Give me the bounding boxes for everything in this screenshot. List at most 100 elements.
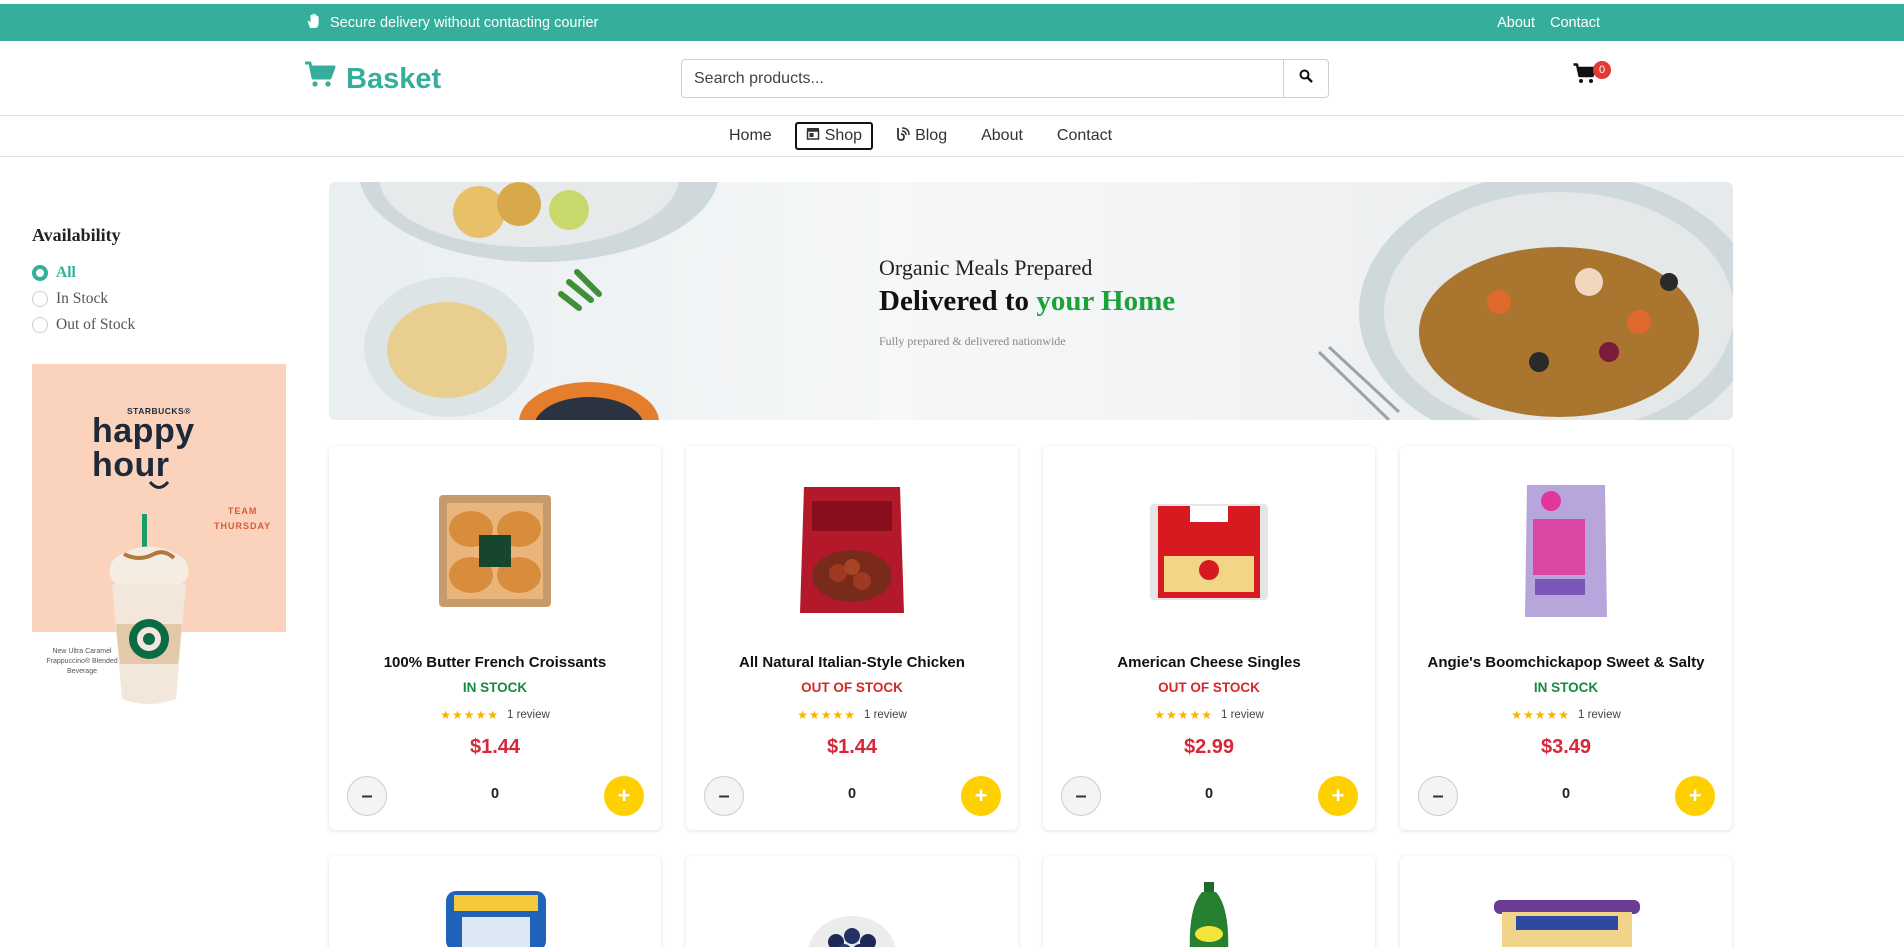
blog-icon [896,126,910,146]
radio-all[interactable] [32,265,48,281]
nav-blog-label: Blog [915,127,948,144]
product-price: $1.44 [469,736,521,758]
radio-in-stock[interactable] [32,291,48,307]
product-name[interactable]: 100% Butter French Croissants [329,654,661,671]
product-image[interactable] [772,476,932,626]
announcement: Secure delivery without contacting couri… [306,4,598,41]
product-image[interactable] [444,891,548,947]
cart-icon [304,61,336,97]
increase-quantity-button[interactable]: + [604,776,644,816]
banner-subtext: Fully prepared & delivered nationwide [879,334,1066,348]
smile-icon [148,480,170,489]
hand-icon [306,13,320,33]
product-image[interactable] [415,476,575,626]
quantity-value: 0 [847,786,857,802]
logo[interactable]: Basket [304,61,441,97]
product-card[interactable]: All Natural Italian-Style Chicken OUT OF… [686,446,1018,830]
product-card[interactable] [686,856,1018,947]
product-card[interactable] [1043,856,1375,947]
product-rating: ★★★★★ 1 review [1043,708,1375,722]
nav-contact-label: Contact [1056,127,1113,144]
availability-title: Availability [32,225,121,245]
increase-quantity-button[interactable]: + [961,776,1001,816]
nav-contact[interactable]: Contact [1046,122,1123,150]
review-count[interactable]: 1 review [1221,709,1264,721]
product-image[interactable] [1492,900,1642,947]
filter-all[interactable]: All [32,260,286,286]
promo-headline-1: happy [92,412,195,450]
review-count[interactable]: 1 review [507,709,550,721]
review-count[interactable]: 1 review [864,709,907,721]
promo-headline: happy hour [92,414,195,482]
frappuccino-drink-image [109,514,189,704]
filter-in-stock[interactable]: In Stock [32,286,286,312]
nav-blog[interactable]: Blog [885,122,958,150]
increase-quantity-button[interactable]: + [1318,776,1358,816]
promo-team: TEAM [227,506,258,516]
promo-headline-2: hour [92,446,170,484]
cart-count-badge: 0 [1593,61,1611,79]
promo-caption: New Ultra Caramel Frappuccino® Blended B… [46,648,118,675]
product-price: $1.44 [826,736,878,758]
topbar-contact-link[interactable]: Contact [1550,15,1600,31]
product-rating: ★★★★★ 1 review [1400,708,1732,722]
nav-about-label: About [981,127,1023,144]
nav-shop[interactable]: Shop [794,122,874,150]
quantity-value: 0 [1204,786,1214,802]
filter-out-of-stock[interactable]: Out of Stock [32,312,286,338]
product-name[interactable]: Angie's Boomchickapop Sweet & Salty [1400,654,1732,671]
product-rating: ★★★★★ 1 review [329,708,661,722]
stock-status: IN STOCK [1533,680,1599,695]
banner-headline: Delivered to your Home [879,285,1175,318]
radio-out-of-stock[interactable] [32,317,48,333]
nav-home-label: Home [729,127,772,144]
filter-out-of-stock-label: Out of Stock [56,316,136,333]
main-nav: Home Shop Blog About Contact [0,116,1904,157]
star-rating-icon: ★★★★★ [797,708,856,722]
quantity-value: 0 [1561,786,1571,802]
product-card[interactable]: 100% Butter French Croissants IN STOCK ★… [329,446,661,830]
decrease-quantity-button[interactable]: – [1061,776,1101,816]
header: Basket 0 [0,41,1904,116]
topbar-about-link[interactable]: About [1497,15,1535,31]
announcement-text: Secure delivery without contacting couri… [330,14,599,31]
star-rating-icon: ★★★★★ [1154,708,1213,722]
store-icon [806,127,820,145]
product-rating: ★★★★★ 1 review [686,708,1018,722]
promo-banner[interactable]: STARBUCKS® happy hour TEAM THURSDAY New … [32,364,286,711]
logo-text: Basket [346,62,442,95]
search-button[interactable] [1283,60,1328,97]
product-image[interactable] [1486,476,1646,626]
banner-line-1: Organic Meals Prepared [879,255,1093,280]
promo-day: THURSDAY [214,521,272,531]
banner-headline-highlight: your Home [1036,285,1176,317]
review-count[interactable]: 1 review [1578,709,1621,721]
nav-home[interactable]: Home [718,122,783,150]
nav-about[interactable]: About [970,122,1034,150]
product-card[interactable] [1400,856,1732,947]
stock-status: OUT OF STOCK [1158,680,1260,695]
product-image[interactable] [1186,882,1232,947]
decrease-quantity-button[interactable]: – [347,776,387,816]
star-rating-icon: ★★★★★ [440,708,499,722]
increase-quantity-button[interactable]: + [1675,776,1715,816]
product-image[interactable] [806,914,898,947]
product-card[interactable]: American Cheese Singles OUT OF STOCK ★★★… [1043,446,1375,830]
promo-team-thursday: TEAM THURSDAY [214,504,271,534]
search-input[interactable] [682,60,1283,97]
decrease-quantity-button[interactable]: – [704,776,744,816]
hero-banner[interactable]: Organic Meals Prepared Delivered to your… [329,182,1733,420]
product-image[interactable] [1129,476,1289,626]
filter-in-stock-label: In Stock [56,290,109,307]
product-card[interactable] [329,856,661,947]
product-name[interactable]: All Natural Italian-Style Chicken [686,654,1018,671]
nav-shop-label: Shop [824,127,863,144]
product-card[interactable]: Angie's Boomchickapop Sweet & Salty IN S… [1400,446,1732,830]
announcement-bar: Secure delivery without contacting couri… [0,4,1904,41]
search-icon [1299,69,1313,88]
cart-button[interactable]: 0 [1573,61,1611,95]
decrease-quantity-button[interactable]: – [1418,776,1458,816]
filter-all-label: All [56,264,76,281]
product-price: $2.99 [1183,736,1235,758]
product-name[interactable]: American Cheese Singles [1043,654,1375,671]
